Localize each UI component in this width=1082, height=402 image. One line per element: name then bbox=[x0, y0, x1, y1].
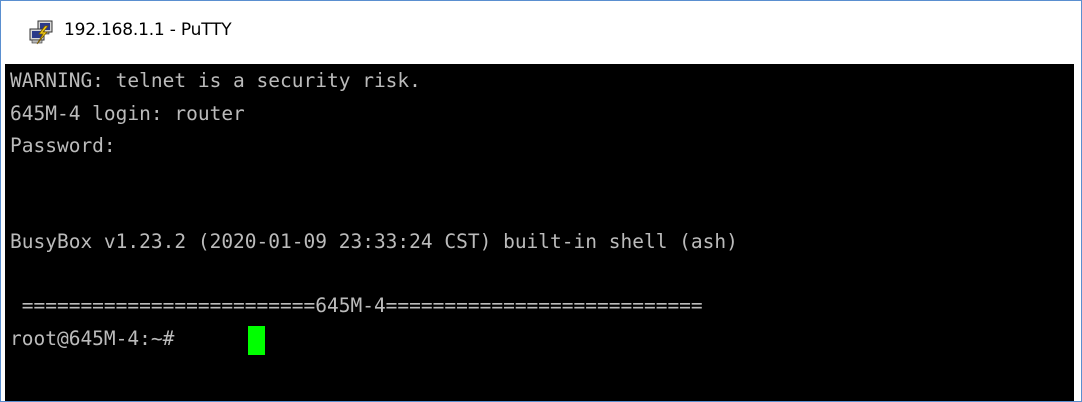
terminal-line: BusyBox v1.23.2 (2020-01-09 23:33:24 CST… bbox=[10, 230, 738, 253]
window-title: 192.168.1.1 - PuTTY bbox=[64, 20, 232, 40]
title-bar[interactable]: 192.168.1.1 - PuTTY bbox=[1, 1, 1081, 64]
terminal-line: =========================645M-4=========… bbox=[10, 294, 703, 317]
putty-icon bbox=[29, 20, 53, 45]
terminal-prompt: root@645M-4:~# bbox=[10, 327, 187, 350]
putty-window: 192.168.1.1 - PuTTY WARNING: telnet is a… bbox=[0, 0, 1082, 402]
terminal-line: WARNING: telnet is a security risk. bbox=[10, 69, 421, 92]
terminal-screen[interactable]: WARNING: telnet is a security risk. 645M… bbox=[5, 64, 1074, 401]
terminal-cursor bbox=[248, 326, 265, 355]
terminal-line: 645M-4 login: router bbox=[10, 102, 245, 125]
terminal-line: Password: bbox=[10, 134, 116, 157]
